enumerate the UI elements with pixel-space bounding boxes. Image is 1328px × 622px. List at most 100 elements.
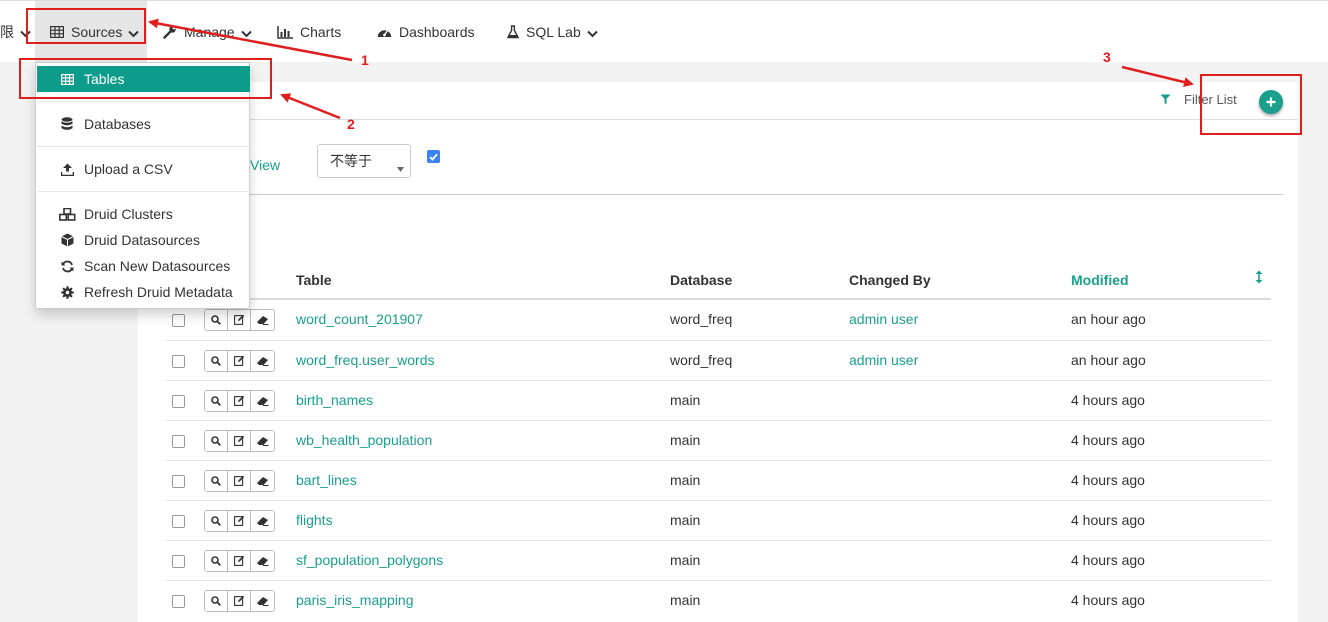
nav-item-label: SQL Lab [526,24,581,40]
table-row: wb_health_population main 4 hours ago [165,420,1271,460]
edit-record-button[interactable] [228,471,251,491]
delete-record-button[interactable] [251,551,274,571]
cell-modified: 4 hours ago [1071,392,1145,408]
show-record-button[interactable] [205,351,228,371]
delete-record-button[interactable] [251,351,274,371]
sort-icon[interactable] [1255,270,1263,287]
cell-database: main [670,392,701,408]
edit-icon [233,312,245,328]
cell-modified: 4 hours ago [1071,592,1145,608]
cell-table-name[interactable]: wb_health_population [296,432,432,448]
nav-item-label: Manage [184,24,235,40]
edit-icon [233,393,245,409]
menu-item-druid-clusters[interactable]: Druid Clusters [37,201,250,227]
edit-record-button[interactable] [228,511,251,531]
search-icon [211,593,221,609]
show-record-button[interactable] [205,511,228,531]
show-record-button[interactable] [205,591,228,611]
filter-view-link[interactable]: View [250,157,280,173]
filter-list-button[interactable]: Filter List [1160,92,1237,107]
cell-changed-by[interactable]: admin user [849,352,918,368]
row-checkbox[interactable] [172,314,185,327]
edit-icon [233,473,245,489]
search-icon [211,393,221,409]
column-header-changed-by[interactable]: Changed By [849,272,931,288]
nav-item-truncated[interactable]: 限 [0,1,31,63]
cell-table-name[interactable]: word_freq.user_words [296,352,435,368]
bar-chart-icon [277,25,293,39]
menu-item-tables[interactable]: Tables [37,66,250,92]
row-checkbox[interactable] [172,595,185,608]
panel-header: Filter List [138,82,1298,120]
row-checkbox[interactable] [172,515,185,528]
table-row: birth_names main 4 hours ago [165,380,1271,420]
cell-modified: 4 hours ago [1071,552,1145,568]
cell-table-name[interactable]: birth_names [296,392,373,408]
flask-icon [507,25,519,39]
show-record-button[interactable] [205,310,228,330]
edit-record-button[interactable] [228,310,251,330]
row-checkbox[interactable] [172,435,185,448]
cell-table-name[interactable]: sf_population_polygons [296,552,443,568]
eraser-icon [256,513,269,529]
cell-modified: an hour ago [1071,311,1146,327]
nav-item-sources[interactable]: Sources [35,1,147,63]
menu-item-druid-datasources[interactable]: Druid Datasources [37,227,250,253]
cell-table-name[interactable]: flights [296,512,333,528]
edit-record-button[interactable] [228,391,251,411]
nav-item-dashboards[interactable]: Dashboards [377,1,475,63]
eraser-icon [256,393,269,409]
menu-item-scan-new-datasources[interactable]: Scan New Datasources [37,253,250,279]
menu-item-label: Tables [84,71,125,87]
show-record-button[interactable] [205,471,228,491]
column-header-modified[interactable]: Modified [1071,272,1129,288]
table-list-panel: Filter List View 不等于 Table Database Chan… [138,82,1298,622]
edit-record-button[interactable] [228,591,251,611]
delete-record-button[interactable] [251,391,274,411]
row-checkbox[interactable] [172,355,185,368]
cell-table-name[interactable]: paris_iris_mapping [296,592,414,608]
eraser-icon [256,433,269,449]
delete-record-button[interactable] [251,591,274,611]
database-icon [58,117,76,131]
column-header-database[interactable]: Database [670,272,732,288]
cell-changed-by[interactable]: admin user [849,311,918,327]
cell-table-name[interactable]: bart_lines [296,472,357,488]
menu-divider [37,101,250,102]
menu-item-refresh-druid-metadata[interactable]: Refresh Druid Metadata [37,279,250,305]
add-table-button[interactable] [1259,90,1283,114]
filter-checkbox[interactable] [427,150,440,163]
eraser-icon [256,553,269,569]
edit-record-button[interactable] [228,431,251,451]
row-checkbox[interactable] [172,475,185,488]
edit-record-button[interactable] [228,351,251,371]
menu-item-databases[interactable]: Databases [37,111,250,137]
show-record-button[interactable] [205,391,228,411]
nav-item-manage[interactable]: Manage [163,1,252,63]
row-action-buttons [204,470,275,492]
edit-record-button[interactable] [228,551,251,571]
row-action-buttons [204,309,275,331]
nav-item-charts[interactable]: Charts [277,1,341,63]
cell-table-name[interactable]: word_count_201907 [296,311,423,327]
cube-icon [58,233,76,247]
menu-item-upload-csv[interactable]: Upload a CSV [37,156,250,182]
table-row: word_count_201907 word_freq admin user an h… [165,300,1271,340]
show-record-button[interactable] [205,431,228,451]
delete-record-button[interactable] [251,471,274,491]
refresh-icon [58,260,76,273]
annotation-label-2: 2 [347,116,355,132]
filter-operator-select[interactable]: 不等于 [317,144,411,178]
show-record-button[interactable] [205,551,228,571]
nav-item-sql-lab[interactable]: SQL Lab [507,1,598,63]
delete-record-button[interactable] [251,310,274,330]
menu-item-label: Upload a CSV [84,161,173,177]
delete-record-button[interactable] [251,431,274,451]
column-header-table[interactable]: Table [296,272,332,288]
cell-database: main [670,592,701,608]
row-checkbox[interactable] [172,555,185,568]
chevron-down-icon [20,30,31,38]
delete-record-button[interactable] [251,511,274,531]
row-checkbox[interactable] [172,395,185,408]
cell-database: main [670,512,701,528]
